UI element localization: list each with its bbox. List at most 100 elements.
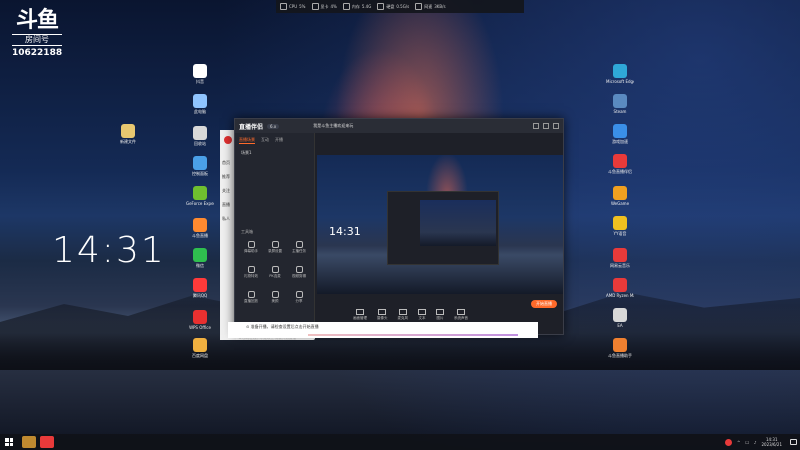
tool-replay[interactable]: 直播回放 xyxy=(239,291,263,304)
source-image[interactable]: 图片 xyxy=(436,309,444,321)
tool-task[interactable]: 主播任务 xyxy=(287,241,311,254)
taskbar: ^ ☐ ♪ 14:31 2023/6/21 xyxy=(0,434,800,450)
pk-icon xyxy=(271,266,279,273)
tool-share[interactable]: 分享 xyxy=(287,291,311,304)
source-camera[interactable]: 摄像头 xyxy=(377,309,388,321)
preview-clock: 14:31 xyxy=(329,225,361,238)
tool-record[interactable]: 录屏设置 xyxy=(263,241,287,254)
perf-value: 4% xyxy=(330,4,337,9)
desktop-icon-right-1[interactable]: Microsoft Edge xyxy=(606,64,634,84)
desktop-icon-right-8[interactable]: AMD Ryzen Master xyxy=(606,278,634,298)
window-titlebar: 直播伴侣 6.x 我是斗鱼主播欢迎来玩 xyxy=(235,119,563,133)
start-button[interactable] xyxy=(0,434,18,450)
game-icon xyxy=(613,124,627,138)
perf-value: 5.4G xyxy=(361,4,372,9)
desktop-icon-right-2[interactable]: Steam xyxy=(606,94,634,114)
desktop-icon-10[interactable]: 百度网盘 xyxy=(186,338,214,358)
start-live-button[interactable]: 开始直播 xyxy=(531,300,557,308)
douyu-icon xyxy=(193,218,207,232)
preview-nested-window xyxy=(387,191,499,265)
desktop-icon-9[interactable]: WPS Office xyxy=(186,310,214,330)
tray-volume-icon[interactable]: ♪ xyxy=(754,440,757,445)
minimize-icon[interactable] xyxy=(533,123,539,129)
desktop-icon-new-folder[interactable]: 新建文件 xyxy=(114,124,142,144)
desktop-icon-8[interactable]: 腾讯QQ xyxy=(186,278,214,298)
desktop-icon-right-7[interactable]: 网易云音乐 xyxy=(606,248,634,268)
desktop-icon-label: 游戏加速 xyxy=(612,139,628,144)
desktop-icon-label: 百度网盘 xyxy=(192,353,208,358)
tray-network-icon[interactable]: ☐ xyxy=(745,440,749,445)
phone-item[interactable]: 推荐 xyxy=(222,174,230,180)
desktop-icon-1[interactable]: 抖音 xyxy=(186,64,214,84)
tab-scene[interactable]: 直播场景 xyxy=(239,137,255,144)
scene-item[interactable]: 场景1 xyxy=(235,148,314,158)
tab-live[interactable]: 开播 xyxy=(275,137,283,144)
desktop-icon-right-6[interactable]: YY语音 xyxy=(606,216,634,236)
desktop-icon-right-4[interactable]: 斗鱼直播伴侣 xyxy=(606,154,634,174)
desktop-icon-right-5[interactable]: WeGame xyxy=(606,186,634,206)
perf-label: 硬盘 xyxy=(386,3,395,9)
network-icon xyxy=(415,3,423,10)
helper-icon xyxy=(613,338,627,352)
tool-pk[interactable]: PK连麦 xyxy=(263,266,287,279)
tool-gift[interactable]: 礼物特效 xyxy=(239,266,263,279)
desktop-icon-label: Steam xyxy=(613,109,627,114)
close-icon[interactable] xyxy=(553,123,559,129)
speaker-icon xyxy=(457,309,465,315)
tool-label: 直播回放 xyxy=(244,299,258,303)
desktop-icon-3[interactable]: 回收站 xyxy=(186,126,214,146)
taskbar-app-2[interactable] xyxy=(40,436,54,448)
danmu-icon xyxy=(247,241,255,248)
desktop-icon-right-9[interactable]: EA xyxy=(606,308,634,328)
maximize-icon[interactable] xyxy=(543,123,549,129)
desktop-icon-label: EA xyxy=(617,323,623,328)
taskbar-clock[interactable]: 14:31 2023/6/21 xyxy=(761,437,782,447)
room-label: 房间号 xyxy=(12,34,62,46)
desktop-icon-label: GeForce Experience xyxy=(186,201,214,206)
tray-app-icon[interactable] xyxy=(724,438,732,446)
desktop-icon-4[interactable]: 控制面板 xyxy=(186,156,214,176)
tray-chevron-icon[interactable]: ^ xyxy=(737,440,740,445)
gift-icon xyxy=(247,266,255,273)
phone-item[interactable]: 关注 xyxy=(222,188,230,194)
desktop-icon-7[interactable]: 微信 xyxy=(186,248,214,268)
tool-label: 礼物特效 xyxy=(244,274,258,278)
version-badge[interactable]: 6.x xyxy=(267,123,280,129)
tool-label: 录屏设置 xyxy=(268,249,282,253)
window-controls xyxy=(533,123,559,129)
tools-label: 工具箱 xyxy=(241,229,253,234)
phone-item[interactable]: 直播 xyxy=(222,202,230,208)
desktop-icon-6[interactable]: 斗鱼直播 xyxy=(186,218,214,238)
perf-network: 网速 3KB/s xyxy=(415,3,446,10)
notification-button[interactable] xyxy=(786,434,800,450)
desktop-icon-label: 斗鱼直播 xyxy=(192,233,208,238)
desktop-icon-right-10[interactable]: 斗鱼直播助手 xyxy=(606,338,634,358)
text-icon xyxy=(418,309,426,315)
tab-interact[interactable]: 互动 xyxy=(261,137,269,144)
desktop-icon-2[interactable]: 此电脑 xyxy=(186,94,214,114)
tools-grid: 弹幕助手 录屏设置 主播任务 礼物特效 PK连麦 视频剪辑 直播回放 美颜 分享 xyxy=(239,241,311,304)
tool-beauty[interactable]: 美颜 xyxy=(263,291,287,304)
phone-item[interactable]: 私人 xyxy=(222,216,230,222)
recycle-bin-icon xyxy=(193,126,207,140)
tool-label: 主播任务 xyxy=(292,249,306,253)
perf-value: 5% xyxy=(299,4,306,9)
perf-value: 0.5G/s xyxy=(396,4,410,9)
source-text[interactable]: 文本 xyxy=(418,309,426,321)
desktop-icon-label: 回收站 xyxy=(194,141,206,146)
desktop-icon-label: 新建文件 xyxy=(120,139,136,144)
source-audio[interactable]: 系统声音 xyxy=(454,309,468,321)
left-tabs: 直播场景 互动 开播 xyxy=(235,133,314,148)
source-scene[interactable]: 画面管理 xyxy=(353,309,367,321)
status-text: ⊙ 准备开播，请检查设置后点击开始直播 xyxy=(246,324,319,329)
desktop-icon-right-3[interactable]: 游戏加速 xyxy=(606,124,634,144)
desktop-icon-5[interactable]: GeForce Experience xyxy=(186,186,214,206)
desktop-icon-label: WeGame xyxy=(610,201,630,206)
douyu-dot-icon xyxy=(224,136,232,144)
perf-gpu: 显卡 4% xyxy=(311,3,337,10)
taskbar-app-1[interactable] xyxy=(22,436,36,448)
tool-danmu[interactable]: 弹幕助手 xyxy=(239,241,263,254)
tool-clip[interactable]: 视频剪辑 xyxy=(287,266,311,279)
phone-item[interactable]: 首页 xyxy=(222,160,230,166)
source-mic[interactable]: 麦克风 xyxy=(398,309,408,321)
